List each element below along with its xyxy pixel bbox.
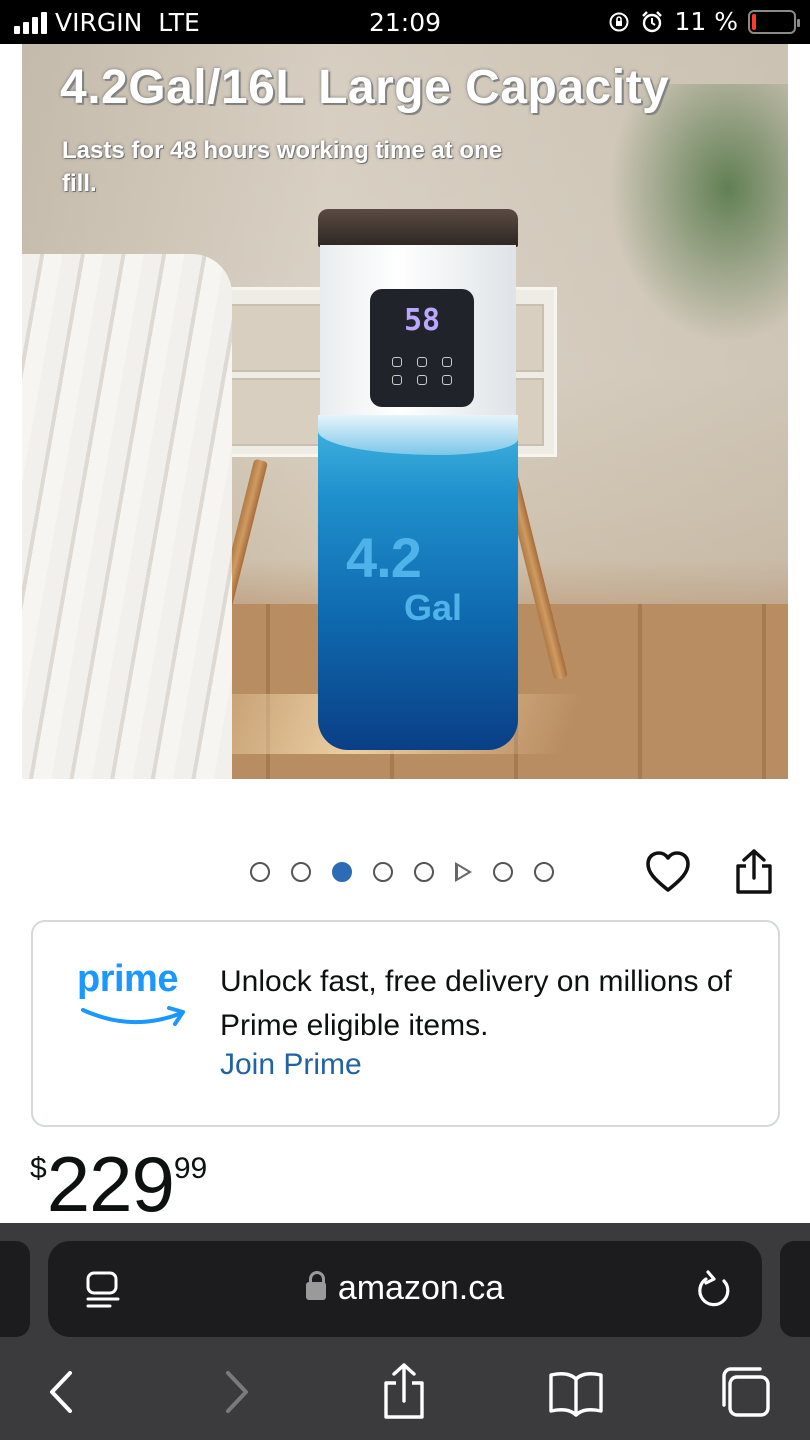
price-whole: 229 — [46, 1140, 175, 1228]
back-icon[interactable] — [32, 1361, 92, 1425]
next-tab-peek[interactable] — [780, 1241, 810, 1337]
tank-capacity-value: 4.2 — [346, 526, 422, 589]
humidifier-control-panel: 58 — [370, 289, 474, 407]
address-bar[interactable]: amazon.ca — [48, 1241, 762, 1337]
browser-bottom-bar: amazon.ca — [0, 1223, 810, 1440]
image-headline: 4.2Gal/16L Large Capacity — [60, 61, 670, 114]
gallery-dot[interactable] — [493, 862, 513, 882]
price-fraction: 99 — [173, 1152, 208, 1185]
humidifier-top — [318, 209, 518, 247]
gallery-dot[interactable] — [250, 862, 270, 882]
alarm-icon — [642, 10, 663, 32]
product-image[interactable]: 58 4.2 Gal 4.2Gal/16L Large Capacity Las… — [22, 44, 788, 779]
image-bed — [22, 254, 232, 779]
gallery-pagination[interactable] — [250, 862, 554, 882]
share-icon[interactable] — [732, 848, 776, 896]
humidifier-body: 58 — [320, 245, 516, 415]
prime-message: Unlock fast, free delivery on millions o… — [220, 965, 732, 1042]
water-surface — [318, 415, 518, 455]
gallery-dot[interactable] — [291, 862, 311, 882]
gallery-dot-active[interactable] — [332, 862, 352, 882]
join-prime-link[interactable]: Join Prime — [220, 1048, 362, 1082]
forward-icon[interactable] — [206, 1361, 266, 1425]
status-bar: VIRGIN LTE 21:09 11 % — [0, 0, 810, 44]
url-text: amazon.ca — [337, 1269, 505, 1307]
image-plant — [608, 84, 788, 344]
battery-percent: 11 % — [674, 7, 738, 36]
lock-icon — [305, 1271, 326, 1300]
battery-icon — [748, 9, 800, 34]
image-subline: Lasts for 48 hours working time at one f… — [62, 137, 503, 197]
reload-icon[interactable] — [694, 1267, 734, 1311]
prime-promo-card: prime Unlock fast, free delivery on mill… — [31, 920, 780, 1127]
status-icons: 11 % — [608, 7, 800, 36]
bookmarks-icon[interactable] — [546, 1361, 606, 1425]
gallery-dot[interactable] — [373, 862, 393, 882]
prime-smile-icon — [81, 1006, 185, 1026]
battery-fill — [752, 13, 756, 30]
gallery-dot[interactable] — [534, 862, 554, 882]
product-price: $ 229 99 — [30, 1142, 207, 1226]
url-display[interactable]: amazon.ca — [48, 1269, 762, 1308]
gallery-video-indicator[interactable] — [455, 862, 472, 882]
price-symbol: $ — [30, 1152, 47, 1185]
gallery-dot[interactable] — [414, 862, 434, 882]
humidifier-tank: 4.2 Gal — [318, 415, 518, 750]
share-icon[interactable] — [374, 1361, 434, 1425]
humidifier-buttons — [384, 357, 460, 385]
humidifier-display: 58 — [403, 303, 441, 338]
tabs-icon[interactable] — [716, 1361, 776, 1425]
heart-icon[interactable] — [644, 848, 692, 896]
orientation-lock-icon — [609, 12, 629, 31]
tank-capacity-unit: Gal — [404, 587, 463, 628]
previous-tab-peek[interactable] — [0, 1241, 30, 1337]
browser-toolbar — [0, 1361, 810, 1431]
humidifier-illustration: 58 4.2 Gal — [318, 209, 518, 754]
prime-logo: prime — [77, 958, 178, 1000]
